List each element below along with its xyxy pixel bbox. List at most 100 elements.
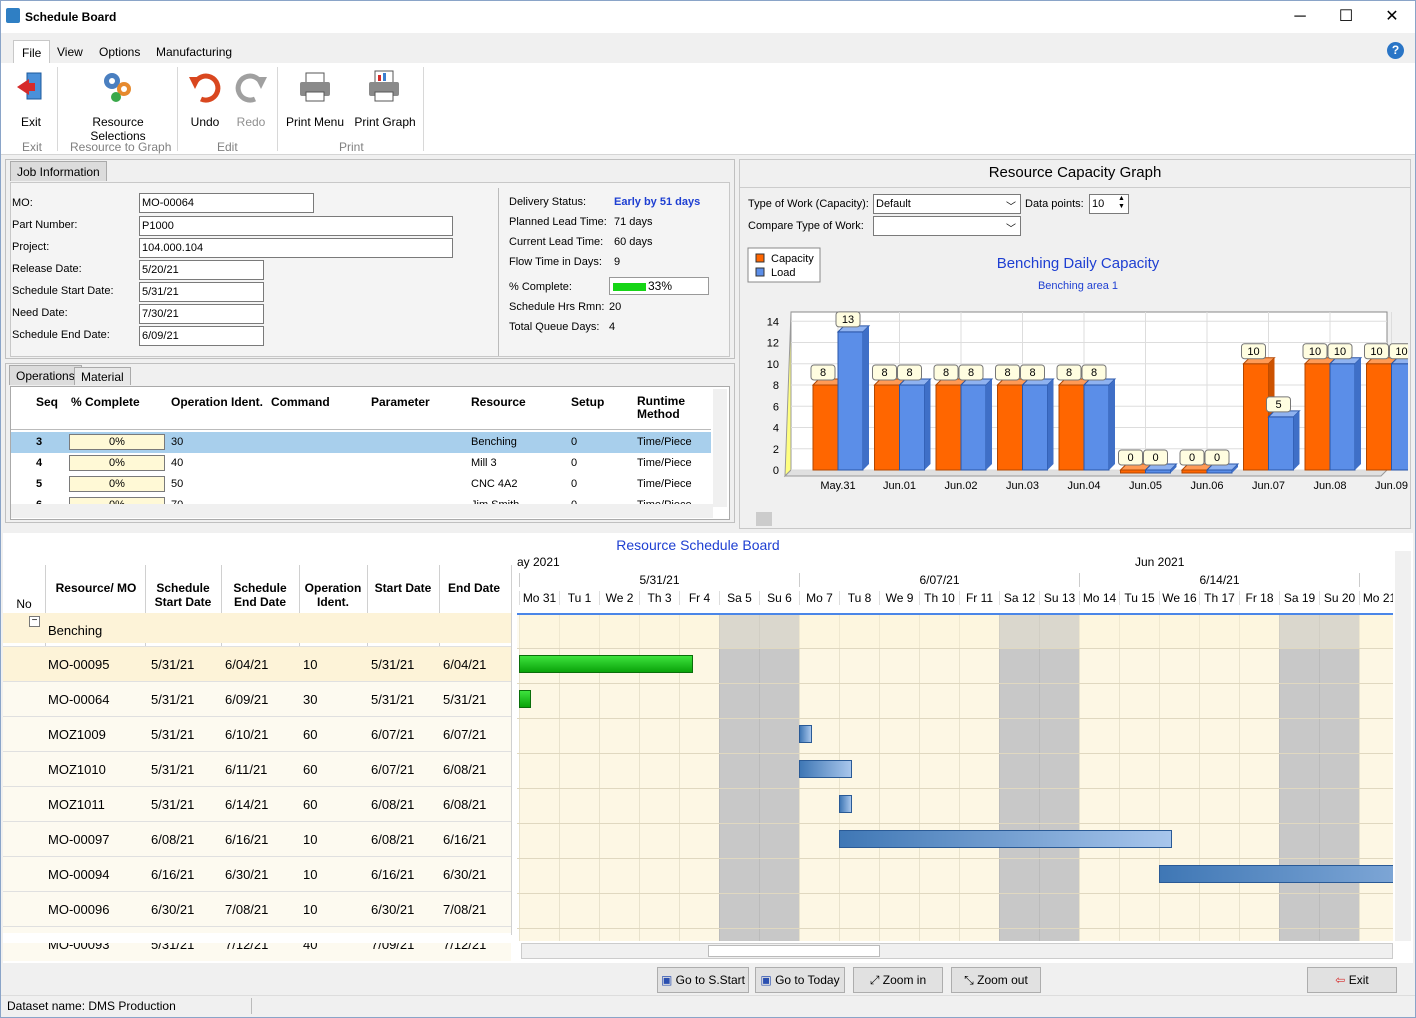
compare-type-label: Compare Type of Work: — [748, 220, 864, 232]
close-button[interactable]: ✕ — [1369, 1, 1415, 33]
gantt-bar[interactable] — [519, 655, 693, 673]
x-tick-label: Jun.05 — [1129, 480, 1162, 492]
board-cell-op: 60 — [303, 797, 318, 812]
spinner-arrows-icon[interactable]: ▲ ▼ — [1118, 195, 1125, 211]
board-cell-en: 6/08/21 — [443, 797, 487, 812]
row-line — [517, 893, 1393, 894]
gantt-bar[interactable] — [519, 690, 531, 708]
menu-file[interactable]: File — [13, 40, 51, 65]
day-column — [959, 613, 999, 941]
board-cell-se: 6/14/21 — [225, 797, 269, 812]
release-date-field[interactable]: 5/20/21 — [139, 260, 264, 280]
print-graph-button[interactable]: Print Graph — [353, 115, 417, 129]
tab-operations[interactable]: Operations — [9, 365, 82, 385]
bar-load — [899, 384, 925, 471]
gantt-vscrollbar[interactable] — [1395, 551, 1411, 941]
resource-selections-button[interactable]: Resource Selections — [65, 115, 171, 143]
capacity-graph-panel: Resource Capacity Graph Type of Work (Ca… — [739, 159, 1411, 529]
zoom-out-button[interactable]: ⤡ Zoom out — [951, 967, 1041, 993]
x-tick-label: Jun.09 — [1375, 480, 1408, 492]
day-label: Mo 21 — [1359, 591, 1393, 605]
gantt-bar[interactable] — [799, 760, 852, 778]
schedule-start-date-field[interactable]: 5/31/21 — [139, 282, 264, 302]
bar-capacity — [812, 384, 839, 471]
col-parameter: Parameter — [371, 395, 430, 409]
board-row[interactable]: MO-00096 6/30/21 7/08/21 10 6/30/21 7/08/21 — [3, 891, 511, 926]
day-label: Sa 19 — [1279, 591, 1319, 605]
board-cell-en: 5/31/21 — [443, 692, 487, 707]
minimize-button[interactable]: ─ — [1277, 1, 1323, 33]
board-row[interactable]: MOZ1011 5/31/21 6/14/21 60 6/08/21 6/08/21 — [3, 786, 511, 821]
maximize-button[interactable]: ☐ — [1323, 1, 1369, 33]
delivery-status-label: Delivery Status: — [509, 196, 587, 208]
board-row[interactable]: MOZ1009 5/31/21 6/10/21 60 6/07/21 6/07/21 — [3, 716, 511, 751]
day-column — [1239, 613, 1279, 941]
x-tick-label: Jun.01 — [883, 480, 916, 492]
board-cell-se: 6/30/21 — [225, 867, 269, 882]
ident-cell: 30 — [171, 436, 184, 448]
operation-row[interactable]: 4 0% 40 Mill 3 0 Time/Piece — [11, 453, 711, 474]
board-row[interactable]: MO-00064 5/31/21 6/09/21 30 5/31/21 5/31/21 — [3, 681, 511, 716]
menu-bar: File View Options Manufacturing ? — [1, 39, 1415, 65]
exit-button[interactable]: Exit — [9, 115, 53, 129]
go-to-today-button[interactable]: ▣ Go to Today — [755, 967, 845, 993]
board-grid-header: No Resource/ MO Schedule Start Date Sche… — [3, 555, 511, 613]
mo-field[interactable]: MO-00064 — [139, 193, 314, 213]
board-cell-st: 6/07/21 — [371, 762, 415, 777]
board-row[interactable]: MO-00095 5/31/21 6/04/21 10 5/31/21 6/04/21 — [3, 646, 511, 681]
col-no: No — [16, 597, 32, 611]
exit-bottom-button[interactable]: ⇦ Exit — [1307, 967, 1397, 993]
chart-hscrollbar[interactable] — [740, 512, 1410, 526]
board-row[interactable]: MO-00094 6/16/21 6/30/21 10 6/16/21 6/30/21 — [3, 856, 511, 891]
gantt-bar[interactable] — [799, 725, 812, 743]
board-row[interactable]: MOZ1010 5/31/21 6/11/21 60 6/07/21 6/08/21 — [3, 751, 511, 786]
group-label-edit: Edit — [217, 140, 238, 154]
ops-hscrollbar[interactable] — [11, 504, 713, 518]
delivery-status-value: Early by 51 days — [614, 196, 701, 208]
zoom-in-button[interactable]: ⤢ Zoom in — [853, 967, 943, 993]
need-date-field[interactable]: 7/30/21 — [139, 304, 264, 324]
menu-view[interactable]: View — [57, 45, 83, 59]
x-tick-label: Jun.08 — [1313, 480, 1346, 492]
board-row[interactable]: MO-00093 5/31/21 7/12/21 40 7/09/21 7/12/21 — [3, 926, 511, 961]
ops-vscrollbar[interactable] — [713, 389, 727, 507]
print-menu-button[interactable]: Print Menu — [285, 115, 345, 129]
collapse-icon[interactable]: − — [29, 616, 40, 627]
progress-bar: 33% — [609, 277, 709, 295]
board-cell-st: 6/30/21 — [371, 902, 415, 917]
undo-button[interactable]: Undo — [185, 115, 225, 129]
operation-row[interactable]: 3 0% 30 Benching 0 Time/Piece — [11, 432, 711, 453]
board-row[interactable]: MO-00097 6/08/21 6/16/21 10 6/08/21 6/16/21 — [3, 821, 511, 856]
board-cell-se: 7/08/21 — [225, 902, 269, 917]
menu-manufacturing[interactable]: Manufacturing — [156, 45, 232, 59]
gantt-bar[interactable] — [839, 795, 852, 813]
zoom-out-icon: ⤡ — [964, 973, 978, 987]
day-label: Tu 1 — [559, 591, 599, 605]
app-icon — [6, 8, 20, 23]
compare-type-select[interactable] — [873, 216, 1021, 236]
exit-label: Exit — [1348, 973, 1369, 987]
gantt-hscrollbar[interactable] — [521, 943, 1393, 959]
scroll-thumb[interactable] — [756, 512, 772, 526]
help-icon[interactable]: ? — [1387, 42, 1404, 59]
divider — [251, 998, 252, 1014]
board-cell-en: 7/08/21 — [443, 902, 487, 917]
bar-load — [1022, 384, 1048, 471]
data-label: 0 — [1214, 452, 1220, 464]
tab-material[interactable]: Material — [74, 367, 131, 385]
gantt-bar[interactable] — [1159, 865, 1393, 883]
day-label: Fr 11 — [959, 591, 999, 605]
type-of-work-select[interactable]: Default — [873, 194, 1021, 214]
menu-options[interactable]: Options — [99, 45, 140, 59]
operation-row[interactable]: 5 0% 50 CNC 4A2 0 Time/Piece — [11, 474, 711, 495]
go-to-start-button[interactable]: ▣ Go to S.Start — [657, 967, 749, 993]
gantt-bar[interactable] — [839, 830, 1172, 848]
schedule-end-date-field[interactable]: 6/09/21 — [139, 326, 264, 346]
tab-job-information[interactable]: Job Information — [10, 161, 107, 181]
planned-lead-time-label: Planned Lead Time: — [509, 216, 607, 228]
project-field[interactable]: 104.000.104 — [139, 238, 453, 258]
part-number-field[interactable]: P1000 — [139, 216, 453, 236]
scroll-thumb[interactable] — [708, 945, 880, 957]
board-cell-en: 6/30/21 — [443, 867, 487, 882]
redo-button[interactable]: Redo — [231, 115, 271, 129]
